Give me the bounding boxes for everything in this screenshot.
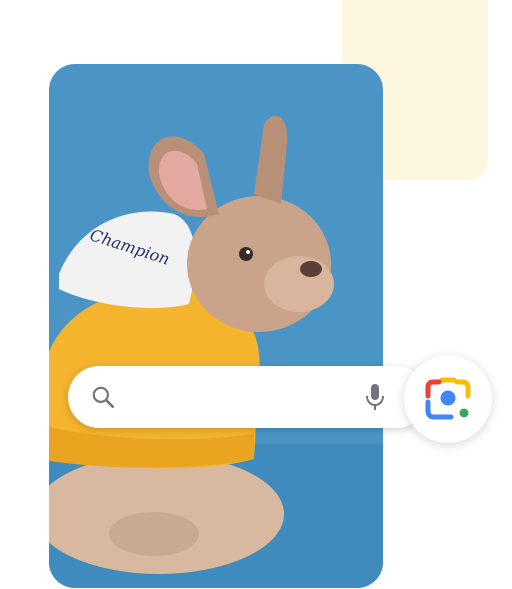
google-lens-icon <box>425 377 471 420</box>
search-icon <box>92 386 115 409</box>
google-lens-button[interactable] <box>404 355 492 443</box>
dog-photo: Champion <box>49 115 383 588</box>
search-input[interactable] <box>126 380 360 416</box>
dog-photo-card: Champion <box>49 64 383 588</box>
mic-icon[interactable] <box>364 382 386 412</box>
search-bar[interactable] <box>68 366 428 428</box>
